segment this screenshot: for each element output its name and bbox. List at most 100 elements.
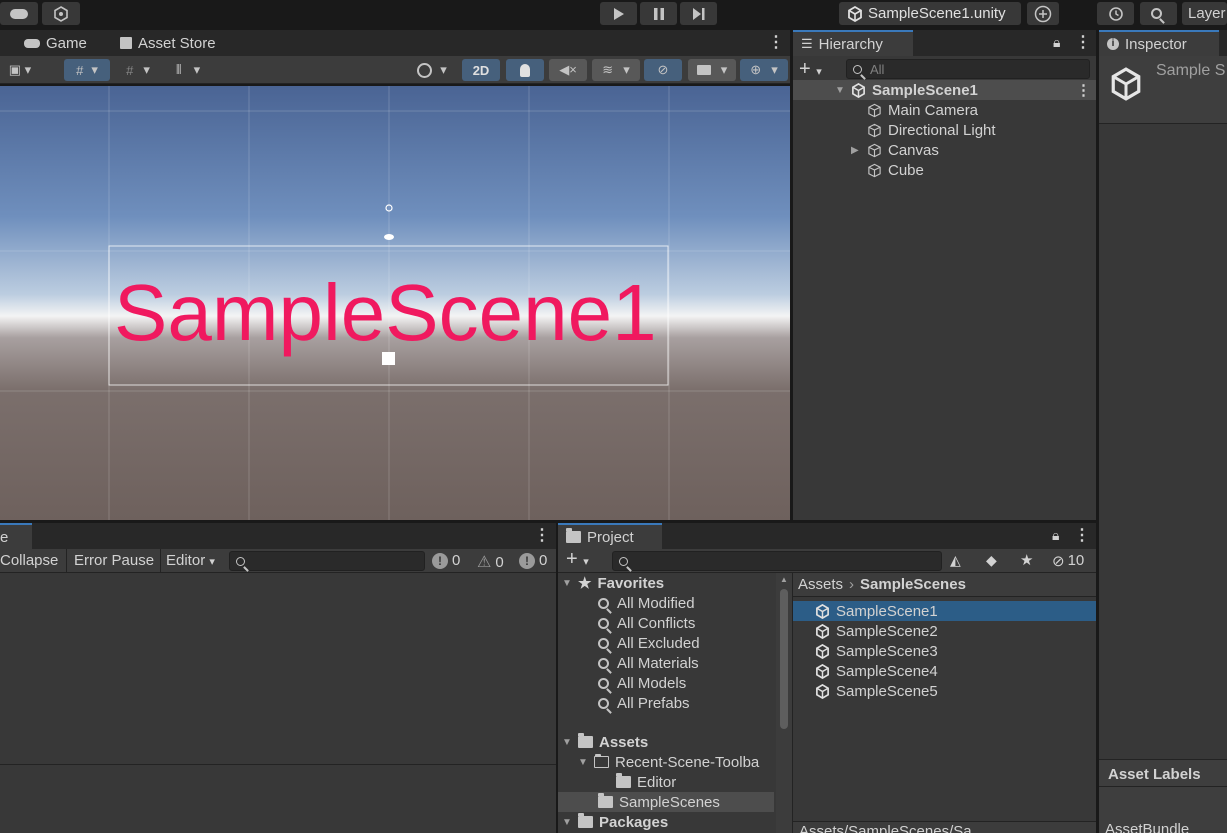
tab-console[interactable]: e	[0, 523, 32, 549]
asset-labels-header[interactable]: Asset Labels	[1099, 759, 1227, 787]
assets-header[interactable]: ▼ Assets	[562, 732, 648, 752]
console-split[interactable]	[0, 764, 556, 765]
favorite-item[interactable]: All Excluded	[598, 633, 700, 653]
scene-menu-icon[interactable]: ⋮	[768, 32, 784, 52]
error-count-toggle[interactable]: ! 0	[519, 552, 547, 569]
create-asset-button[interactable]: + ▾	[566, 548, 589, 571]
effects-dropdown[interactable]: ≋ ▾	[592, 59, 640, 81]
tree-scrollbar[interactable]: ▲	[776, 573, 792, 833]
hierarchy-item[interactable]: ▶ Canvas	[851, 140, 939, 160]
increment-snap-dropdown[interactable]: ⦀ ▾	[164, 59, 212, 81]
scene-file-item[interactable]: SampleScene2	[815, 621, 938, 641]
error-pause-button[interactable]: Error Pause	[74, 552, 154, 569]
info-count-toggle[interactable]: ! 0	[432, 552, 460, 569]
asset-folder-label: Editor	[637, 773, 677, 791]
cloud-icon	[10, 8, 28, 19]
favorite-item[interactable]: All Prefabs	[598, 693, 690, 713]
tab-project[interactable]: Project	[558, 523, 662, 549]
search-by-type-icon[interactable]: ◭	[950, 552, 961, 569]
search-button[interactable]	[1140, 2, 1177, 25]
hidden-packages-toggle[interactable]: ⊘ 10	[1052, 552, 1084, 570]
lock-icon[interactable]: 🔒︎	[1053, 34, 1060, 51]
favorite-item[interactable]: All Models	[598, 673, 686, 693]
separator	[66, 549, 67, 573]
unity-scene-icon	[816, 663, 829, 679]
scene-file-tab[interactable]: SampleScene1.unity	[839, 2, 1021, 25]
tab-asset-store[interactable]: Asset Store	[112, 30, 224, 56]
scene-tabbar: Game Asset Store ⋮	[0, 30, 790, 56]
tab-inspector[interactable]: i Inspector	[1099, 30, 1219, 56]
asset-folder-item[interactable]: ▼ Recent-Scene-Toolba	[578, 752, 759, 772]
scene-file-label: SampleScene1.unity	[868, 5, 1006, 22]
draw-mode-dropdown[interactable]: ▣ ▾	[0, 59, 40, 81]
scene-viewport[interactable]: SampleScene1	[0, 86, 790, 520]
history-button[interactable]	[1097, 2, 1134, 25]
hierarchy-item-label: Main Camera	[888, 101, 979, 119]
chevron-down-icon: ▾	[193, 62, 201, 77]
console-log-list[interactable]	[0, 573, 556, 764]
scrollbar-thumb[interactable]	[780, 589, 788, 729]
play-button[interactable]	[600, 2, 637, 25]
toggle-2d-button[interactable]: 2D	[462, 59, 500, 81]
editor-dropdown[interactable]: Editor ▾	[166, 552, 215, 569]
layers-dropdown[interactable]: Layer	[1182, 2, 1227, 25]
star-icon: ★	[578, 575, 592, 592]
add-object-button[interactable]: + ▾	[799, 58, 822, 81]
favorite-item[interactable]: All Materials	[598, 653, 699, 673]
collapse-button[interactable]: Collapse	[0, 552, 58, 569]
tab-inspector-label: Inspector	[1125, 35, 1187, 53]
collab-button[interactable]	[42, 2, 80, 25]
grid-snap-toggle[interactable]: # ▾	[64, 59, 110, 81]
favorite-star-icon[interactable]: ★	[1020, 551, 1033, 569]
collapsed-triangle-icon[interactable]: ▶	[851, 145, 867, 156]
label-tag-icon[interactable]: ◆	[986, 552, 997, 569]
visibility-toggle[interactable]: ⊘	[644, 59, 682, 81]
unity-logo-icon	[1111, 67, 1141, 101]
warning-count-toggle[interactable]: ⚠ 0	[477, 552, 504, 572]
console-menu-icon[interactable]: ⋮	[534, 525, 550, 545]
hierarchy-menu-icon[interactable]: ⋮	[1075, 32, 1091, 52]
favorite-item[interactable]: All Conflicts	[598, 613, 695, 633]
hierarchy-root-row[interactable]: ▼ SampleScene1 ⋮	[793, 80, 1096, 100]
audio-toggle[interactable]: ◀×	[549, 59, 587, 81]
console-search-input[interactable]	[229, 551, 425, 571]
step-button[interactable]	[680, 2, 717, 25]
lighting-toggle[interactable]	[506, 59, 544, 81]
lock-icon[interactable]: 🔒︎	[1052, 527, 1059, 544]
breadcrumb-root[interactable]: Assets	[798, 576, 843, 593]
scene-file-item-selected[interactable]: SampleScene1	[793, 601, 1096, 621]
pause-button[interactable]	[640, 2, 677, 25]
add-scene-button[interactable]	[1027, 2, 1059, 25]
project-menu-icon[interactable]: ⋮	[1074, 525, 1090, 545]
scene-file-item[interactable]: SampleScene5	[815, 681, 938, 701]
hierarchy-item[interactable]: Directional Light	[851, 120, 996, 140]
scene-text-object[interactable]: SampleScene1	[114, 268, 657, 358]
hierarchy-item[interactable]: Cube	[851, 160, 924, 180]
inspector-panel: Sample S Asset Labels AssetBundle	[1099, 56, 1227, 833]
breadcrumb-current[interactable]: SampleScenes	[860, 576, 966, 593]
asset-folder-item[interactable]: Editor	[616, 772, 676, 792]
tab-hierarchy[interactable]: ☰ Hierarchy	[793, 30, 913, 56]
cloud-button[interactable]	[0, 2, 38, 25]
scene-file-item[interactable]: SampleScene3	[815, 641, 938, 661]
shading-dropdown[interactable]: ▾	[408, 59, 456, 81]
grid-icon: #	[126, 62, 134, 78]
camera-icon	[696, 65, 711, 75]
hierarchy-search-input[interactable]: All	[846, 59, 1090, 79]
hierarchy-item[interactable]: Main Camera	[851, 100, 978, 120]
favorites-header[interactable]: ▼ ★ Favorites	[562, 573, 664, 593]
row-menu-icon[interactable]: ⋮	[1076, 81, 1091, 99]
gizmos-dropdown[interactable]: ⊕ ▾	[740, 59, 788, 81]
tab-game[interactable]: Game	[16, 30, 95, 56]
scene-file-item[interactable]: SampleScene4	[815, 661, 938, 681]
favorite-item[interactable]: All Modified	[598, 593, 695, 613]
camera-dropdown[interactable]: ▾	[688, 59, 736, 81]
scroll-up-icon[interactable]: ▲	[780, 575, 788, 584]
inspector-header: Sample S	[1099, 56, 1227, 124]
grid-settings-dropdown[interactable]: # ▾	[116, 59, 160, 81]
unity-scene-icon	[816, 603, 829, 619]
history-icon	[1108, 6, 1123, 21]
packages-header[interactable]: ▼ Packages	[562, 812, 668, 832]
asset-folder-item-selected[interactable]: SampleScenes	[558, 792, 774, 812]
project-search-input[interactable]	[612, 551, 942, 571]
